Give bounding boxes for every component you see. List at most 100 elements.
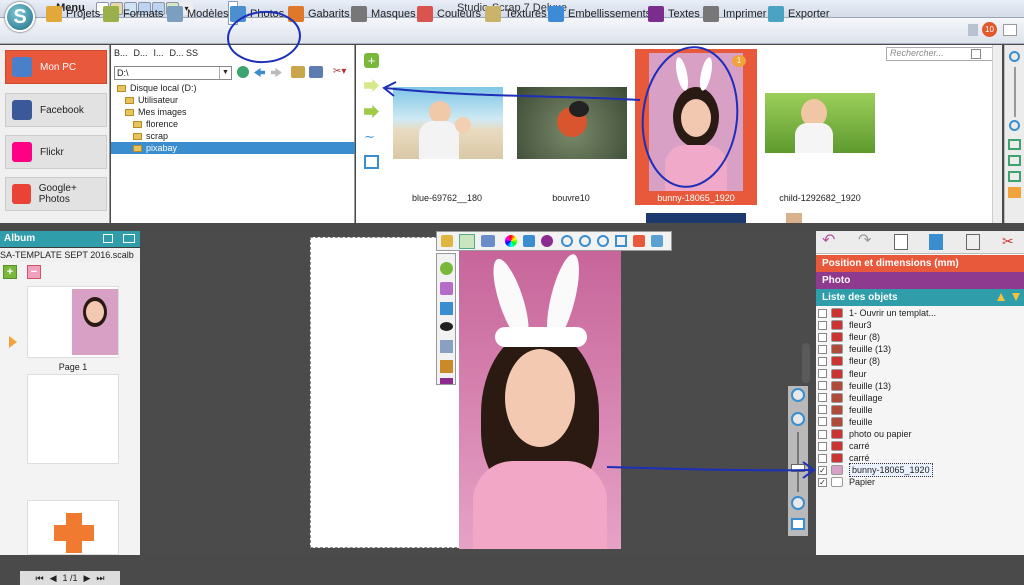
sort-icon[interactable] xyxy=(1008,187,1021,198)
move-icon[interactable] xyxy=(459,234,475,249)
zoom-fit-icon[interactable] xyxy=(597,235,609,247)
page-thumb-1[interactable] xyxy=(27,286,119,358)
photo-thumb-blue[interactable] xyxy=(393,87,503,159)
add-page-tile[interactable] xyxy=(27,500,119,555)
zoom-in-icon[interactable] xyxy=(791,388,805,402)
visibility-checkbox[interactable]: ✓ xyxy=(818,465,827,475)
object-row[interactable]: photo ou papier xyxy=(816,428,1024,440)
object-row[interactable]: feuillage xyxy=(816,392,1024,404)
section-position[interactable]: Position et dimensions (mm) xyxy=(816,255,1024,272)
tree-node[interactable]: Mes images xyxy=(111,106,355,118)
object-row[interactable]: feuille xyxy=(816,404,1024,416)
album-view-icon[interactable] xyxy=(103,234,113,243)
placed-photo-bunny[interactable] xyxy=(459,251,621,549)
undo-icon[interactable]: ↶ xyxy=(822,233,840,249)
source-flickr[interactable]: Flickr xyxy=(5,135,107,169)
fit-icon[interactable] xyxy=(364,155,379,169)
zoom-in-icon[interactable] xyxy=(561,235,573,247)
tab-photos[interactable]: Photos xyxy=(230,4,284,24)
image-icon[interactable] xyxy=(440,302,453,315)
visibility-checkbox[interactable] xyxy=(818,332,827,342)
tree-node[interactable]: Disque local (D:) xyxy=(111,82,355,94)
help-icon[interactable] xyxy=(1003,24,1017,36)
visibility-checkbox[interactable] xyxy=(818,369,827,378)
prev-page-icon[interactable]: ◀ xyxy=(50,573,57,584)
notification-badge[interactable]: 10 xyxy=(982,22,997,37)
mask-icon[interactable] xyxy=(440,360,453,373)
panel-collapse-handle[interactable] xyxy=(802,343,810,383)
last-page-icon[interactable]: ⏭ xyxy=(96,573,104,584)
visibility-checkbox[interactable] xyxy=(818,393,827,403)
zoom-slider-thumb[interactable] xyxy=(791,464,805,472)
zoom-fit-icon[interactable] xyxy=(791,496,805,510)
layer-icon[interactable] xyxy=(481,235,495,247)
fit-page-icon[interactable] xyxy=(791,518,805,530)
object-row[interactable]: ✓ bunny-18065_1920 xyxy=(816,463,1024,478)
zoom-in-icon[interactable] xyxy=(1009,51,1020,62)
recycle-icon[interactable] xyxy=(440,262,453,275)
tree-node[interactable]: Utilisateur xyxy=(111,94,355,106)
frame-icon[interactable] xyxy=(523,235,535,247)
zoom-out-icon[interactable] xyxy=(579,235,591,247)
scanner-icon[interactable] xyxy=(309,66,323,78)
chevron-down-icon[interactable]: ▼ xyxy=(219,67,231,79)
tree-tab[interactable]: B... xyxy=(114,48,128,58)
app-logo-icon[interactable]: S xyxy=(5,2,35,32)
tab-textes[interactable]: Textes xyxy=(648,4,700,24)
tree-tab[interactable]: I... xyxy=(154,48,164,58)
insert-photo-icon[interactable] xyxy=(364,105,379,118)
cut-icon[interactable]: ✂ xyxy=(1002,233,1018,249)
add-photo-icon[interactable]: + xyxy=(364,53,379,68)
rotate-icon[interactable] xyxy=(633,235,645,247)
photo-thumb-bunny-selected[interactable]: 1 xyxy=(635,49,757,205)
zoom-out-icon[interactable] xyxy=(1009,120,1020,131)
tab-modles[interactable]: Modèles xyxy=(167,4,229,24)
save-photo-icon[interactable] xyxy=(651,235,663,247)
photo-thumb-bullfinch[interactable] xyxy=(517,87,627,159)
object-row[interactable]: 1- Ouvrir un templat... xyxy=(816,307,1024,319)
photo-thumb-partial[interactable] xyxy=(786,213,802,223)
first-page-icon[interactable]: ⏮ xyxy=(35,573,43,584)
paste-icon[interactable] xyxy=(966,234,980,250)
page-thumb-2[interactable] xyxy=(27,374,119,464)
zoom-slider[interactable] xyxy=(1014,67,1016,117)
back-icon[interactable] xyxy=(254,68,265,77)
object-row[interactable]: fleur3 xyxy=(816,319,1024,331)
tree-tab[interactable]: D... xyxy=(134,48,148,58)
refresh-icon[interactable] xyxy=(237,66,249,78)
tree-node[interactable]: scrap xyxy=(111,130,355,142)
object-row[interactable]: fleur xyxy=(816,368,1024,380)
copy-icon[interactable] xyxy=(894,234,908,250)
grid-view-icon[interactable] xyxy=(1008,171,1021,182)
tab-projets[interactable]: Projets xyxy=(46,4,100,24)
tab-masques[interactable]: Masques xyxy=(351,4,416,24)
photo-thumb-partial[interactable] xyxy=(646,213,746,223)
zoom-out-icon[interactable] xyxy=(791,412,805,426)
path-select[interactable]: D:\ xyxy=(114,66,232,80)
visibility-checkbox[interactable] xyxy=(818,381,827,391)
remove-page-button[interactable]: − xyxy=(27,265,41,279)
crop-icon[interactable] xyxy=(615,235,627,247)
album-layout-icon[interactable] xyxy=(123,234,135,243)
arrow-right-icon[interactable] xyxy=(364,79,379,92)
grid-view-icon[interactable] xyxy=(1008,139,1021,150)
eye-icon[interactable] xyxy=(440,322,453,331)
swap-icon[interactable]: ∼ xyxy=(364,130,379,143)
object-row[interactable]: feuille (13) xyxy=(816,343,1024,355)
source-monpc[interactable]: Mon PC xyxy=(5,50,107,84)
color-wheel-icon[interactable] xyxy=(505,235,517,247)
section-photo[interactable]: Photo xyxy=(816,272,1024,289)
tab-gabarits[interactable]: Gabarits xyxy=(288,4,350,24)
tab-imprimer[interactable]: Imprimer xyxy=(703,4,766,24)
tab-embellissements[interactable]: Embellissements xyxy=(548,4,651,24)
source-facebook[interactable]: Facebook xyxy=(5,93,107,127)
object-row[interactable]: fleur (8) xyxy=(816,331,1024,343)
search-folder-icon[interactable] xyxy=(291,66,305,78)
visibility-checkbox[interactable]: ✓ xyxy=(818,477,827,487)
object-row[interactable]: fleur (8) xyxy=(816,355,1024,367)
tab-couleurs[interactable]: Couleurs xyxy=(417,4,481,24)
tab-textures[interactable]: Textures xyxy=(485,4,547,24)
add-page-button[interactable]: + xyxy=(3,265,17,279)
lock-icon[interactable] xyxy=(441,235,453,247)
object-row[interactable]: feuille xyxy=(816,416,1024,428)
